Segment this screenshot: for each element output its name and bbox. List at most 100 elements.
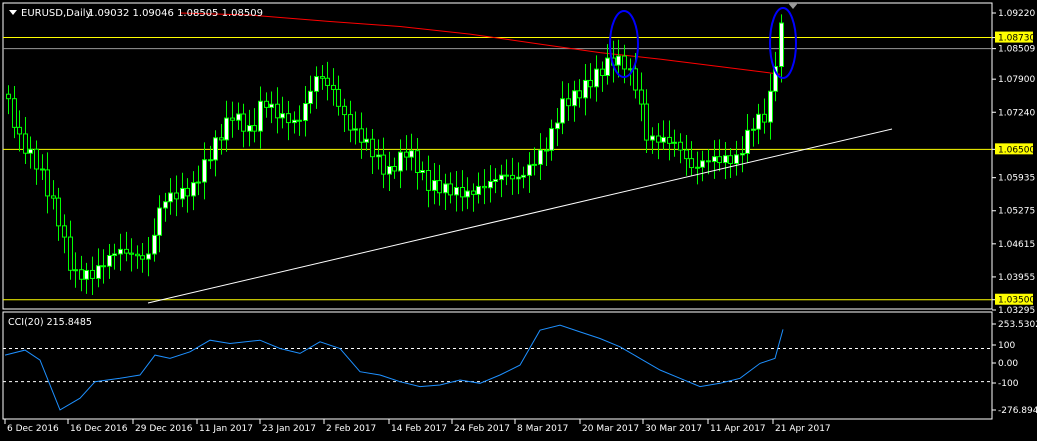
candle-body — [320, 76, 325, 79]
candle-body — [454, 186, 459, 196]
candle-body — [656, 135, 661, 143]
candle-body — [185, 187, 190, 197]
time-label: 11 Apr 2017 — [710, 424, 766, 434]
candle-body — [532, 163, 537, 166]
candle-body — [196, 181, 201, 184]
time-label: 21 Apr 2017 — [775, 424, 831, 434]
candle-body — [336, 88, 341, 107]
candle-body — [555, 122, 560, 130]
indicator-frame — [2, 311, 993, 420]
candle-body — [387, 165, 392, 175]
chart-shift-marker[interactable] — [788, 3, 798, 9]
candle-body — [437, 180, 442, 194]
candle-body — [359, 128, 364, 143]
candle-body — [56, 197, 61, 227]
candle-body — [695, 166, 700, 169]
candle-body — [28, 148, 33, 154]
candle-body — [23, 133, 28, 154]
candle-body — [101, 265, 106, 268]
candle-body — [152, 234, 157, 255]
candle-body — [314, 76, 319, 92]
candle-body — [12, 98, 17, 128]
candle-body — [381, 154, 386, 175]
trend-line[interactable] — [147, 128, 893, 304]
candle-body — [140, 255, 145, 260]
candle-body — [230, 117, 235, 121]
candle-body — [398, 151, 403, 172]
candle-body — [443, 183, 448, 194]
time-label: 14 Feb 2017 — [391, 424, 447, 434]
candle-body — [415, 150, 420, 174]
candle-body — [667, 136, 672, 144]
price-label: 1.08730 — [998, 34, 1035, 44]
candle-body — [488, 180, 493, 189]
candle-body — [45, 169, 50, 197]
candle-body — [364, 138, 369, 143]
candle-body — [34, 148, 39, 170]
candle-body — [392, 165, 397, 172]
time-label: 29 Dec 2016 — [135, 424, 193, 434]
candle-body — [79, 269, 84, 280]
time-label: 30 Mar 2017 — [645, 424, 702, 434]
candle-body — [549, 128, 554, 151]
candle-body — [146, 253, 151, 260]
candle-body — [40, 168, 45, 171]
candle-body — [689, 158, 694, 169]
candle-body — [213, 137, 218, 161]
candle-body — [264, 100, 269, 108]
trading-chart-window[interactable]: 253.5302 100 0.00 -100 -276.8944 1.09220 1.08… — [0, 0, 1037, 441]
candle-body — [577, 90, 582, 99]
price-axis: 1.09220 1.087301.08509 1.07900 1.07240 1.065… — [992, 9, 1035, 316]
time-label: 2 Feb 2017 — [326, 424, 376, 434]
chart-menu-triangle-icon[interactable] — [9, 10, 17, 15]
candle-body — [633, 68, 638, 91]
chart-canvas[interactable]: 253.5302 100 0.00 -100 -276.8944 1.09220 1.08… — [0, 0, 1037, 441]
candle-body — [672, 141, 677, 144]
candle-body — [409, 150, 414, 158]
candle-body — [353, 128, 358, 131]
candle-body — [756, 113, 761, 130]
candle-body — [740, 152, 745, 156]
time-label: 20 Mar 2017 — [582, 424, 639, 434]
cci-axis-label: 0.00 — [998, 359, 1018, 369]
candle-body — [208, 159, 213, 162]
candle-body — [723, 155, 728, 164]
moving-average-line — [179, 12, 781, 75]
price-label: 1.07900 — [998, 75, 1035, 85]
candle-body — [308, 90, 313, 105]
cci-title: CCI(20) 215.8485 — [8, 317, 92, 328]
price-levels — [3, 37, 992, 301]
price-label: 1.09220 — [998, 9, 1035, 19]
candle-body — [6, 93, 11, 100]
candle-body — [129, 252, 134, 255]
candle-body — [51, 195, 56, 199]
candle-body — [342, 105, 347, 116]
candle-body — [706, 160, 711, 163]
candle-body — [734, 154, 739, 164]
cci-axis-label: 100 — [998, 341, 1015, 351]
candle-body — [191, 182, 196, 197]
candle-body — [572, 90, 577, 107]
candle-body — [258, 100, 263, 132]
time-label: 24 Feb 2017 — [454, 424, 510, 434]
candle-body — [499, 174, 504, 181]
candle-body — [17, 126, 22, 135]
candlestick-series — [6, 14, 784, 295]
candle-body — [594, 68, 599, 88]
cci-axis-label: -100 — [998, 379, 1019, 389]
price-label: 1.04615 — [998, 240, 1035, 250]
time-label: 6 Dec 2016 — [7, 424, 59, 434]
moving-average — [179, 12, 781, 75]
price-label: 1.08509 — [998, 45, 1035, 55]
symbol-label: EURUSD,Daily — [21, 8, 92, 19]
candle-body — [135, 253, 140, 257]
candle-body — [460, 186, 465, 198]
candle-body — [751, 128, 756, 131]
candle-body — [286, 113, 291, 124]
cci-line — [4, 324, 784, 411]
candle-body — [504, 174, 509, 177]
price-label: 1.05275 — [998, 207, 1035, 217]
candle-body — [247, 125, 252, 132]
time-axis: 6 Dec 2016 16 Dec 2016 29 Dec 2016 11 Jan 2… — [4, 419, 831, 434]
candle-body — [252, 125, 257, 132]
